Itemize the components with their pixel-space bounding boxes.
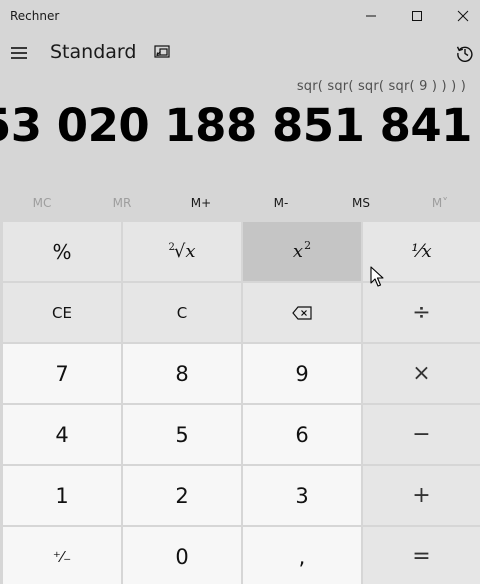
digit-9-button[interactable]: 9 (243, 344, 361, 403)
memory-row: MC MR M+ M- MS M˅ (0, 190, 480, 216)
calculator-window: Rechner Standard sqr(sqr(sqr(sqr(9)… (0, 0, 480, 584)
digit-1-button[interactable]: 1 (3, 466, 121, 525)
memory-clear-button[interactable]: MC (2, 190, 82, 216)
square-button[interactable]: x2 (243, 222, 361, 281)
digit-2-button[interactable]: 2 (123, 466, 241, 525)
memory-list-button[interactable]: M˅ (400, 190, 480, 216)
root-label: √x (173, 241, 196, 262)
keep-on-top-button[interactable] (148, 38, 176, 66)
backspace-button[interactable] (243, 283, 361, 342)
square-root-button[interactable]: 2 √x (123, 222, 241, 281)
memory-add-button[interactable]: M+ (161, 190, 241, 216)
mode-title: Standard (50, 41, 137, 63)
decimal-button[interactable]: , (243, 527, 361, 584)
history-icon (456, 46, 473, 62)
digit-3-button[interactable]: 3 (243, 466, 361, 525)
memory-subtract-button[interactable]: M- (241, 190, 321, 216)
expression-display: sqr( sqr( sqr( sqr( 9 ) ) ) ) (296, 79, 466, 94)
memory-recall-button[interactable]: MR (82, 190, 162, 216)
square-exponent: 2 (304, 239, 312, 252)
history-button[interactable] (450, 38, 480, 68)
clear-entry-button[interactable]: CE (3, 283, 121, 342)
digit-4-button[interactable]: 4 (3, 405, 121, 464)
maximize-icon (412, 11, 422, 21)
equals-button[interactable]: = (363, 527, 480, 584)
digit-7-button[interactable]: 7 (3, 344, 121, 403)
digit-8-button[interactable]: 8 (123, 344, 241, 403)
divide-button[interactable]: ÷ (363, 283, 480, 342)
digit-6-button[interactable]: 6 (243, 405, 361, 464)
reciprocal-button[interactable]: ¹⁄x (363, 222, 480, 281)
root-index: 2 (168, 242, 175, 253)
close-icon (457, 10, 469, 22)
result-display: 1 853 020 188 851 841 (0, 99, 472, 152)
negate-button[interactable]: ⁺⁄₋ (3, 527, 121, 584)
navigation-menu-button[interactable] (4, 34, 34, 72)
backspace-icon (292, 305, 312, 320)
title-bar: Rechner (0, 0, 480, 32)
keypad: % 2 √x x2 ¹⁄x CE C ÷ 7 8 9 × 4 5 6 − 1 2… (0, 220, 480, 584)
digit-0-button[interactable]: 0 (123, 527, 241, 584)
close-button[interactable] (440, 0, 480, 32)
percent-button[interactable]: % (3, 222, 121, 281)
multiply-button[interactable]: × (363, 344, 480, 403)
add-button[interactable]: + (363, 466, 480, 525)
maximize-button[interactable] (394, 0, 440, 32)
clear-button[interactable]: C (123, 283, 241, 342)
subtract-button[interactable]: − (363, 405, 480, 464)
app-title: Rechner (10, 9, 60, 23)
minimize-icon (366, 15, 376, 17)
minimize-button[interactable] (348, 0, 394, 32)
keep-on-top-icon (154, 45, 170, 58)
digit-5-button[interactable]: 5 (123, 405, 241, 464)
hamburger-menu-icon (11, 47, 27, 59)
square-base: x (292, 241, 304, 262)
calculator-header: Standard (0, 32, 480, 74)
memory-store-button[interactable]: MS (321, 190, 401, 216)
